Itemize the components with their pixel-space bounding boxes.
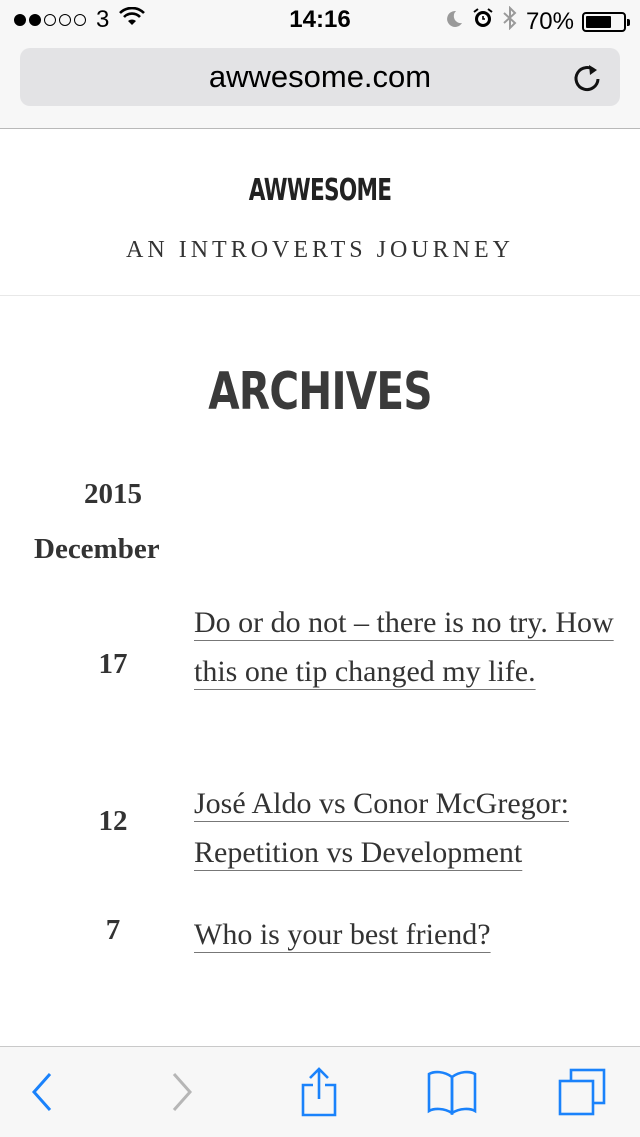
- archive-month: December: [34, 533, 160, 565]
- tabs-icon: [558, 1068, 606, 1116]
- alarm-icon: [472, 7, 494, 36]
- bluetooth-icon: [502, 5, 518, 37]
- url-text: awwesome.com: [208, 59, 432, 94]
- bookmarks-button[interactable]: [422, 1067, 482, 1117]
- entry-day: 17: [98, 648, 128, 680]
- page-title: ARCHIVES: [208, 362, 432, 422]
- status-right: 70%: [444, 5, 630, 37]
- browser-navbar: awwesome.com: [0, 40, 640, 129]
- entry-title-link[interactable]: Who is your best friend?: [194, 910, 614, 959]
- entry-day: 12: [98, 805, 128, 837]
- bookmarks-icon: [427, 1070, 477, 1115]
- forward-icon: [172, 1073, 193, 1111]
- forward-button[interactable]: [152, 1067, 212, 1117]
- status-bar: 3 14:16 70%: [0, 0, 640, 40]
- entry-title-link[interactable]: Do or do not – there is no try. How this…: [194, 598, 614, 696]
- entry-title-link[interactable]: José Aldo vs Conor McGregor: Repetition …: [194, 779, 604, 877]
- share-button[interactable]: [289, 1067, 349, 1117]
- site-tagline: AN INTROVERTS JOURNEY: [126, 237, 514, 263]
- battery-icon: [582, 11, 630, 32]
- moon-icon: [444, 8, 464, 36]
- archive-year: 2015: [84, 478, 142, 510]
- tabs-button[interactable]: [552, 1067, 612, 1117]
- reload-icon[interactable]: [570, 60, 604, 94]
- back-icon: [31, 1073, 52, 1111]
- site-header: AWWESOME AN INTROVERTS JOURNEY: [0, 129, 640, 296]
- entry-day: 7: [105, 914, 121, 946]
- site-logo[interactable]: AWWESOME: [90, 173, 551, 208]
- address-bar[interactable]: awwesome.com: [20, 48, 620, 106]
- battery-percent: 70%: [525, 7, 574, 35]
- back-button[interactable]: [12, 1067, 72, 1117]
- share-icon: [301, 1067, 337, 1117]
- browser-toolbar: [0, 1046, 640, 1137]
